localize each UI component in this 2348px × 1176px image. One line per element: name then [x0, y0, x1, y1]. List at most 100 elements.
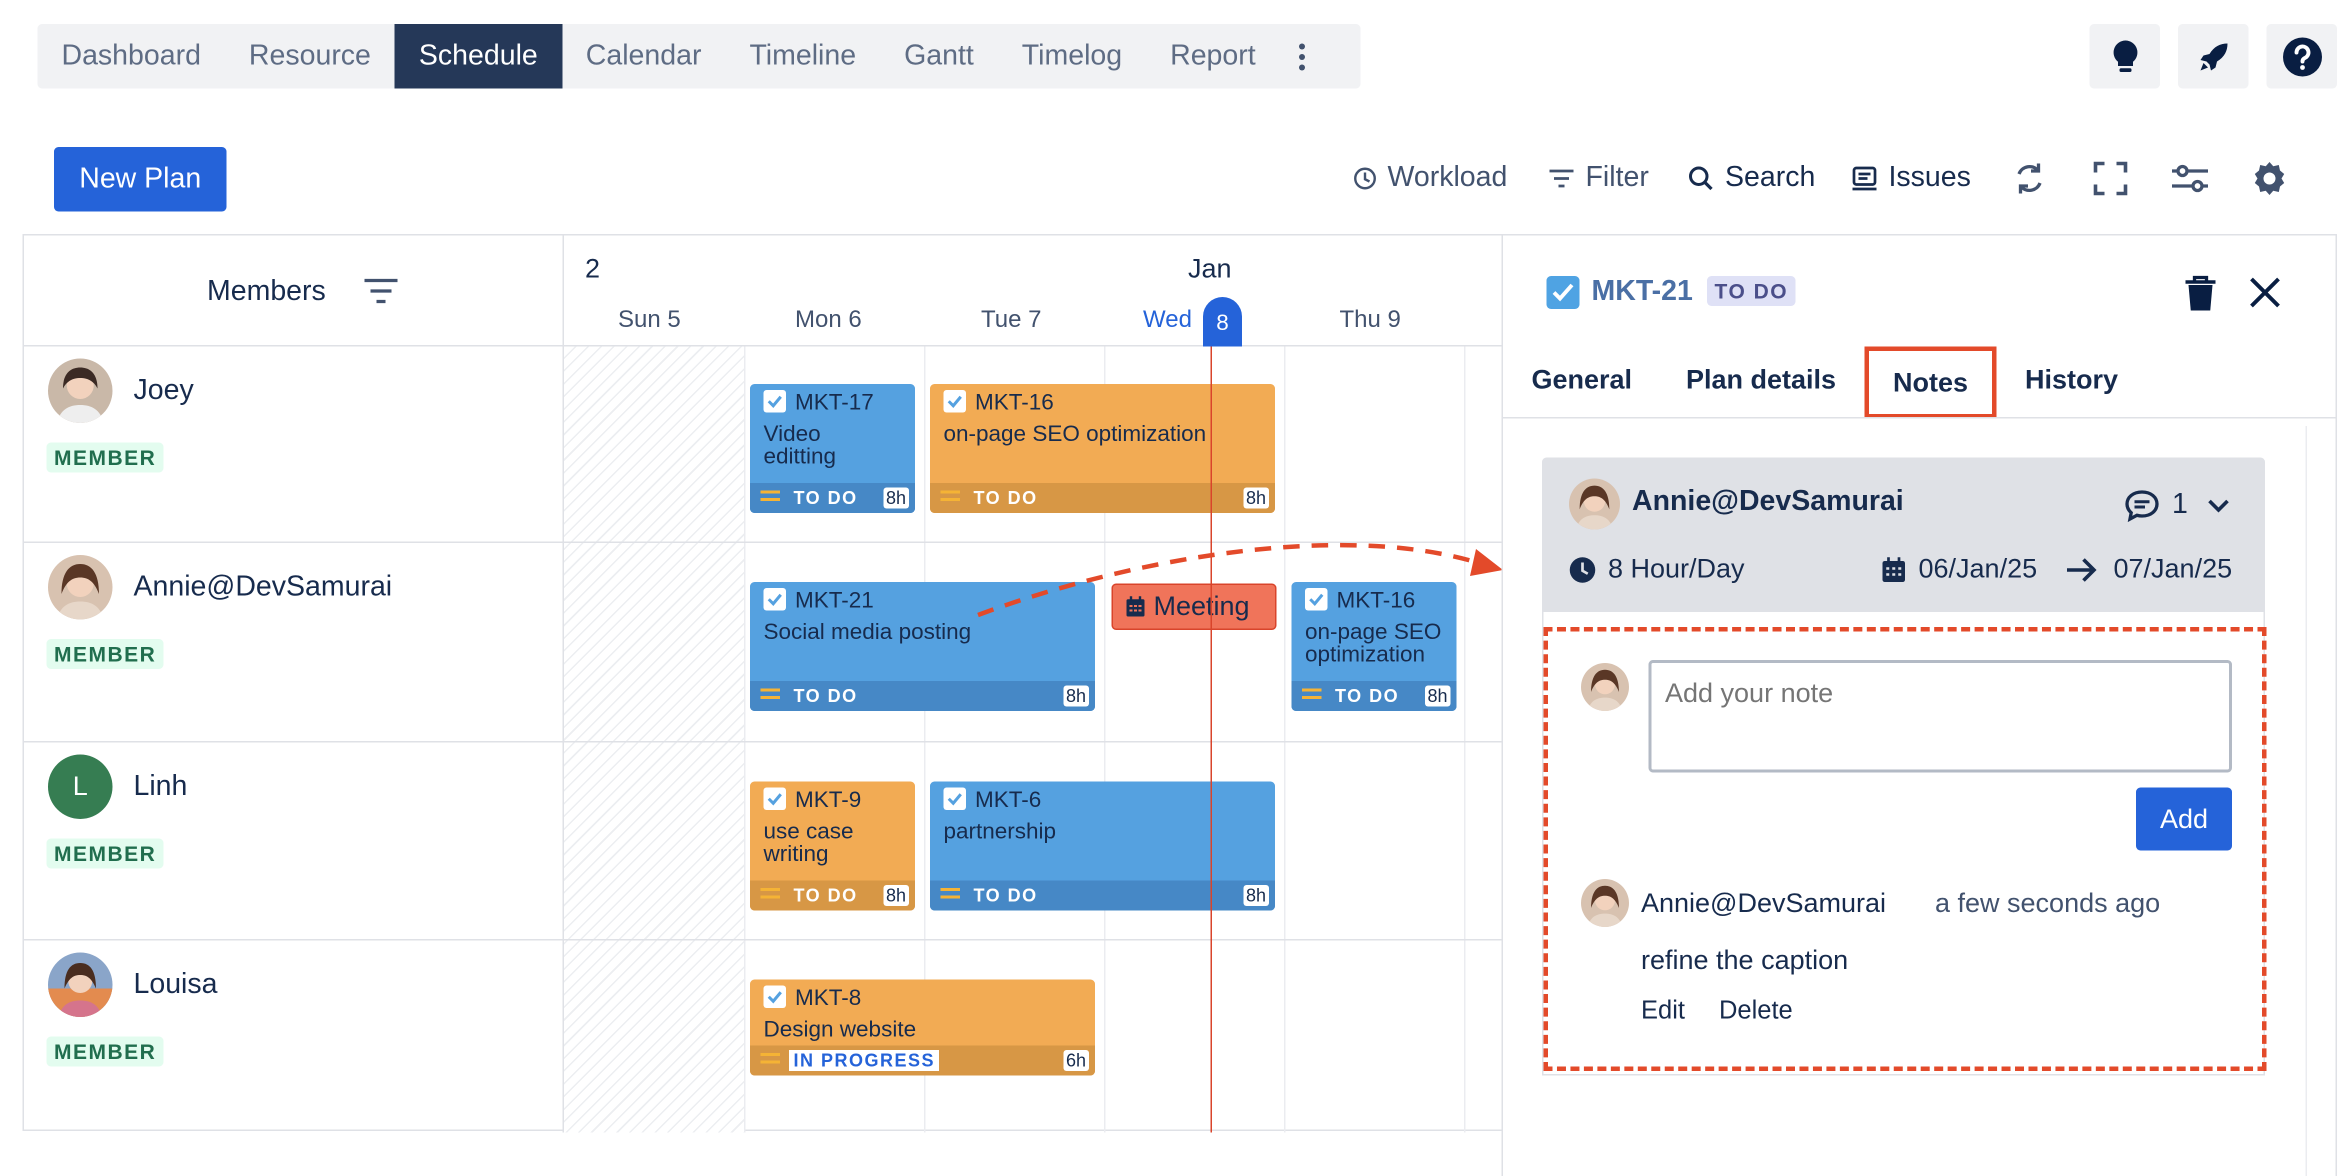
issue-status-badge: TO DO: [1707, 276, 1796, 306]
day-mon: Mon 6: [795, 308, 862, 335]
priority-icon: [760, 490, 780, 506]
issues-button[interactable]: Issues: [1851, 156, 1971, 201]
members-label: Members: [207, 276, 326, 308]
day-name: Thu: [1339, 307, 1381, 334]
task-hours: 8h: [1062, 685, 1089, 707]
tab-dashboard[interactable]: Dashboard: [38, 24, 225, 89]
tab-divider: [1503, 417, 2337, 419]
task-status: TO DO: [973, 487, 1038, 509]
task-title: Design website: [763, 1017, 917, 1043]
task-title: partnership: [943, 819, 1057, 845]
close-icon[interactable]: [2249, 276, 2282, 317]
chevron-down-icon[interactable]: [2207, 498, 2231, 513]
scrollbar-track[interactable]: [2305, 426, 2307, 1176]
search-icon: [1689, 166, 1713, 191]
search-button[interactable]: Search: [1688, 156, 1816, 201]
tab-timelog[interactable]: Timelog: [998, 24, 1146, 89]
priority-icon: [760, 688, 780, 704]
member-name: Louisa: [133, 969, 218, 1001]
tab-report[interactable]: Report: [1146, 24, 1280, 89]
trash-icon[interactable]: [2183, 275, 2219, 322]
sort-icon[interactable]: [363, 278, 399, 305]
schedule-grid: Members 2 Jan Sun 5 Mon 6 Tue 7 Wed 8 Th…: [22, 234, 1505, 1133]
settings-icon[interactable]: [2250, 156, 2300, 201]
task-hours: 6h: [1062, 1050, 1089, 1071]
week-label: 2: [585, 253, 601, 284]
filter-button[interactable]: Filter: [1548, 156, 1649, 201]
help-icon[interactable]: [2266, 24, 2337, 89]
checkbox-icon: [763, 588, 786, 611]
column-divider: [744, 346, 746, 1133]
month-label: Jan: [1188, 253, 1232, 284]
task-hours: 8h: [1424, 685, 1451, 707]
plan-card-header: Annie@DevSamurai 1 8 Hour/Day 06/Jan/25 …: [1542, 457, 2265, 612]
task-card[interactable]: MKT-8 Design website IN PROGRESS 6h: [750, 979, 1095, 1076]
priority-icon: [760, 1053, 780, 1068]
member-name: Annie@DevSamurai: [133, 571, 393, 604]
day-name: Tue: [981, 307, 1022, 334]
task-hours: 8h: [1242, 487, 1269, 509]
comment-icon: [2125, 490, 2159, 522]
task-status: TO DO: [793, 885, 858, 906]
task-key: MKT-21: [795, 588, 874, 614]
rocket-icon[interactable]: [2178, 24, 2249, 89]
task-card[interactable]: MKT-9 use case writing TO DO 8h: [750, 781, 915, 911]
checkbox-icon: [943, 787, 966, 810]
day-name: Sun: [618, 307, 661, 334]
arrow-right-icon: [2067, 558, 2097, 582]
task-card[interactable]: MKT-16 on-page SEO optimization TO DO 8h: [930, 384, 1275, 513]
new-plan-button[interactable]: New Plan: [54, 147, 227, 212]
checkbox-icon: [763, 787, 786, 810]
clock-icon: [1354, 167, 1376, 190]
workload-button[interactable]: Workload: [1353, 156, 1507, 201]
today-line: [1210, 346, 1212, 1133]
member-row: Joey MEMBER: [24, 346, 564, 543]
avatar: [48, 952, 113, 1017]
day-num: 5: [667, 307, 681, 334]
row-divider: [564, 939, 1505, 941]
checkbox-icon: [763, 985, 786, 1008]
member-row: Annie@DevSamurai MEMBER: [24, 543, 564, 743]
issue-key-link[interactable]: MKT-21: [1592, 276, 1693, 309]
role-badge: MEMBER: [46, 442, 164, 473]
day-tue: Tue 7: [981, 308, 1042, 335]
task-footer: TO DO 8h: [1291, 681, 1457, 711]
tab-timeline[interactable]: Timeline: [725, 24, 880, 89]
priority-icon: [940, 888, 960, 903]
task-title: on-page SEO optimization: [1305, 621, 1442, 668]
avatar: L: [48, 754, 113, 819]
task-footer: TO DO 8h: [930, 880, 1275, 911]
tab-resource[interactable]: Resource: [225, 24, 395, 89]
task-card[interactable]: MKT-17 Video editting TO DO 8h: [750, 384, 915, 513]
annotation-arrow: [977, 542, 1503, 618]
tab-schedule[interactable]: Schedule: [394, 24, 562, 89]
sliders-icon[interactable]: [2171, 156, 2221, 201]
tab-plan-details[interactable]: Plan details: [1686, 365, 1836, 397]
comment-count: 1: [2172, 489, 2188, 521]
task-status: TO DO: [1335, 685, 1400, 707]
tab-general[interactable]: General: [1532, 365, 1633, 397]
task-key: MKT-8: [795, 985, 862, 1012]
tab-calendar[interactable]: Calendar: [562, 24, 726, 89]
workload-label: Workload: [1387, 162, 1508, 194]
role-badge: MEMBER: [46, 1036, 164, 1067]
task-status: TO DO: [793, 487, 858, 509]
task-key: MKT-9: [795, 787, 862, 814]
today-badge: 8: [1203, 297, 1242, 347]
day-name: Mon: [795, 307, 842, 334]
clock-icon: [1569, 557, 1596, 583]
task-hours: 8h: [882, 487, 909, 509]
lightbulb-icon[interactable]: [2089, 24, 2160, 89]
search-label: Search: [1725, 162, 1816, 194]
filter-label: Filter: [1585, 162, 1649, 194]
issues-icon: [1852, 166, 1877, 191]
fullscreen-icon[interactable]: [2093, 156, 2140, 201]
sync-icon[interactable]: [2012, 156, 2059, 201]
main-nav: Dashboard Resource Schedule Calendar Tim…: [37, 24, 1361, 89]
tab-gantt[interactable]: Gantt: [880, 24, 998, 89]
priority-icon: [940, 490, 960, 506]
tab-notes[interactable]: Notes: [1864, 346, 1997, 419]
tab-history[interactable]: History: [2025, 365, 2118, 397]
task-card[interactable]: MKT-6 partnership TO DO 8h: [930, 781, 1275, 911]
more-icon[interactable]: [1280, 24, 1325, 89]
